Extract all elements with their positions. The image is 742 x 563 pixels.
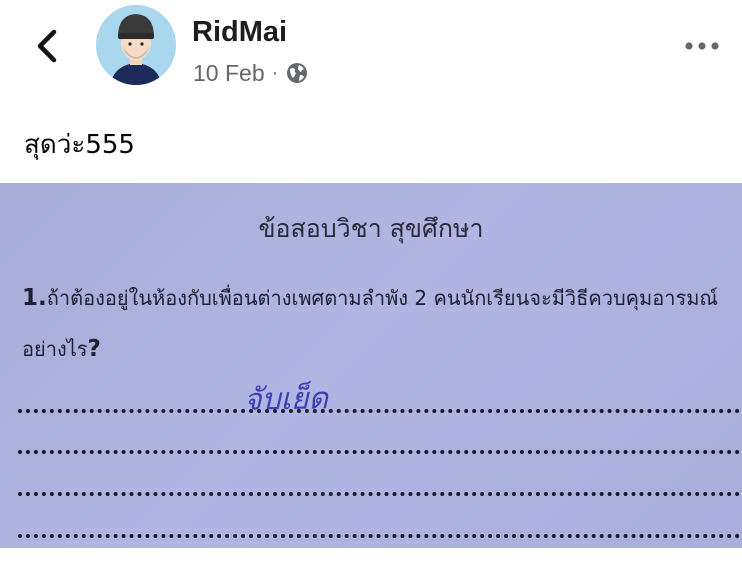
answer-line (18, 409, 740, 413)
question-continuation: อย่างไร (22, 337, 88, 361)
post-detail-page: RidMai 10 Feb · สุดว่ะ555 ข้อสอบวิชา สุข… (0, 0, 742, 563)
handwritten-answer: จับเย็ด (243, 381, 329, 418)
question-mark: ? (87, 336, 101, 362)
question-body: ถ้าต้องอยู่ในห้องกับเพื่อนต่างเพศตามลำพั… (46, 286, 718, 310)
more-horizontal-icon (685, 42, 719, 50)
back-button[interactable] (22, 20, 72, 72)
meta-separator: · (271, 61, 279, 84)
avatar[interactable] (96, 5, 176, 85)
post-footer-spacer (0, 548, 742, 563)
chevron-left-icon (37, 29, 57, 63)
answer-line (18, 492, 740, 496)
globe-icon[interactable] (285, 61, 309, 85)
post-text: สุดว่ะ555 (24, 130, 135, 160)
question-number: 1. (22, 285, 47, 311)
answer-line (18, 450, 740, 454)
question-text-line2: อย่างไร? (22, 333, 101, 365)
answer-line (18, 534, 740, 538)
post-meta: 10 Feb · (193, 58, 309, 88)
more-options-button[interactable] (678, 28, 726, 64)
author-name[interactable]: RidMai (192, 14, 287, 50)
avatar-illustration (96, 5, 176, 85)
post-photo[interactable]: ข้อสอบวิชา สุขศึกษา 1.ถ้าต้องอยู่ในห้องก… (0, 183, 742, 548)
post-date[interactable]: 10 Feb (193, 60, 265, 87)
question-text-line1: 1.ถ้าต้องอยู่ในห้องกับเพื่อนต่างเพศตามลำ… (22, 282, 718, 314)
exam-title: ข้อสอบวิชา สุขศึกษา (258, 214, 484, 243)
